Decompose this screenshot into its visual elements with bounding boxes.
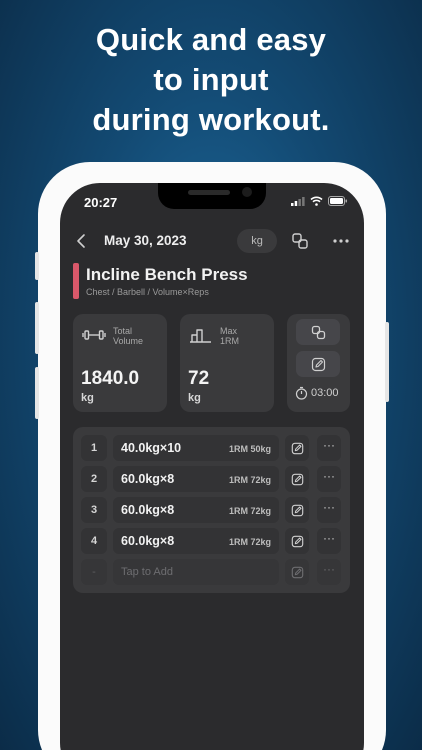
edit-icon (291, 566, 303, 578)
max-1rm-label-line2: 1RM (220, 336, 240, 346)
add-set-more-button[interactable]: ··· (317, 559, 341, 585)
bar-chart-icon (190, 329, 211, 343)
power-button (385, 322, 389, 402)
set-value[interactable]: 60.0kg×8 1RM 72kg (113, 528, 279, 554)
total-volume-unit: kg (81, 392, 94, 404)
set-number: 1 (81, 435, 107, 461)
wifi-icon (310, 196, 323, 206)
total-volume-card: Total Volume 1840.0 kg (73, 314, 167, 412)
top-nav: May 30, 2023 kg (60, 225, 364, 257)
edit-icon (291, 535, 303, 547)
edit-set-button[interactable] (285, 466, 309, 492)
edit-icon (291, 504, 303, 516)
set-number: 4 (81, 528, 107, 554)
status-icons (291, 196, 348, 206)
copy-icon (311, 325, 325, 339)
edit-set-button[interactable] (285, 435, 309, 461)
headline-line-1: Quick and easy (95, 22, 327, 57)
headline-line-2: to input (153, 62, 269, 97)
add-set-placeholder: Tap to Add (121, 566, 173, 578)
set-more-button[interactable]: ··· (317, 435, 341, 461)
set-1rm: 1RM 50kg (228, 444, 271, 454)
more-icon: ··· (323, 469, 335, 483)
total-volume-label-line1: Total (113, 326, 133, 336)
edit-icon (291, 473, 303, 485)
stopwatch-icon (295, 386, 308, 400)
back-button[interactable] (74, 231, 90, 251)
max-1rm-label: Max 1RM (220, 326, 239, 346)
set-1rm: 1RM 72kg (228, 537, 271, 547)
copy-button[interactable] (296, 319, 340, 345)
date-title[interactable]: May 30, 2023 (104, 233, 187, 248)
swap-icon (292, 233, 308, 249)
set-number: 3 (81, 497, 107, 523)
set-weight-reps: 40.0kg×10 (121, 441, 182, 455)
more-icon: ··· (323, 562, 335, 576)
edit-icon (311, 357, 325, 371)
set-number: 2 (81, 466, 107, 492)
rest-timer[interactable]: 03:00 (295, 386, 339, 400)
add-set-number: - (81, 559, 107, 585)
edit-set-button[interactable] (285, 497, 309, 523)
swap-button[interactable] (289, 230, 311, 252)
set-row[interactable]: 3 60.0kg×8 1RM 72kg ··· (81, 497, 343, 523)
speaker (188, 190, 230, 195)
headline: Quick and easy to input during workout. (0, 20, 422, 140)
add-set-row[interactable]: - Tap to Add ··· (81, 559, 343, 585)
max-1rm-card: Max 1RM 72 kg (180, 314, 274, 412)
set-row[interactable]: 2 60.0kg×8 1RM 72kg ··· (81, 466, 343, 492)
headline-line-3: during workout. (92, 102, 330, 137)
edit-icon (291, 442, 303, 454)
set-1rm: 1RM 72kg (228, 506, 271, 516)
edit-set-button[interactable] (285, 528, 309, 554)
status-time: 20:27 (84, 195, 118, 210)
camera (242, 187, 252, 197)
set-more-button[interactable]: ··· (317, 528, 341, 554)
set-more-button[interactable]: ··· (317, 466, 341, 492)
volume-down-button (35, 367, 39, 419)
max-1rm-unit: kg (188, 392, 201, 404)
max-1rm-value: 72 (188, 368, 210, 389)
set-row[interactable]: 1 40.0kg×10 1RM 50kg ··· (81, 435, 343, 461)
set-weight-reps: 60.0kg×8 (121, 472, 175, 486)
app-screen: 20:27 May 30, 2023 kg Incline Bench Pres… (60, 183, 364, 750)
unit-toggle[interactable]: kg (237, 229, 277, 253)
more-icon: ··· (323, 500, 335, 514)
notch (158, 183, 266, 209)
actions-card: 03:00 (287, 314, 350, 412)
signal-icon (291, 196, 305, 206)
add-set-edit-button[interactable] (285, 559, 309, 585)
set-value[interactable]: 60.0kg×8 1RM 72kg (113, 497, 279, 523)
set-weight-reps: 60.0kg×8 (121, 503, 175, 517)
chevron-left-icon (77, 234, 85, 248)
set-row[interactable]: 4 60.0kg×8 1RM 72kg ··· (81, 528, 343, 554)
max-1rm-label-line1: Max (220, 326, 238, 336)
mute-switch (35, 252, 39, 280)
set-value[interactable]: 40.0kg×10 1RM 50kg (113, 435, 279, 461)
exercise-color-bar (73, 263, 79, 299)
volume-up-button (35, 302, 39, 354)
set-1rm: 1RM 72kg (228, 475, 271, 485)
exercise-subtitle: Chest / Barbell / Volume×Reps (86, 287, 209, 297)
total-volume-value: 1840.0 (81, 368, 140, 389)
dumbbell-icon (82, 330, 106, 340)
exercise-title[interactable]: Incline Bench Press (86, 265, 248, 285)
set-value[interactable]: 60.0kg×8 1RM 72kg (113, 466, 279, 492)
more-icon (333, 239, 349, 243)
total-volume-label-line2: Volume (113, 336, 144, 346)
battery-icon (328, 196, 347, 206)
more-button[interactable] (330, 230, 352, 252)
edit-exercise-button[interactable] (296, 351, 340, 377)
more-icon: ··· (323, 531, 335, 545)
set-weight-reps: 60.0kg×8 (121, 534, 175, 548)
set-more-button[interactable]: ··· (317, 497, 341, 523)
more-icon: ··· (323, 438, 335, 452)
sets-panel: 1 40.0kg×10 1RM 50kg ··· 2 60.0kg×8 1RM … (73, 427, 350, 593)
rest-timer-value: 03:00 (311, 387, 339, 399)
total-volume-label: Total Volume (113, 326, 143, 346)
add-set-input[interactable]: Tap to Add (113, 559, 279, 585)
